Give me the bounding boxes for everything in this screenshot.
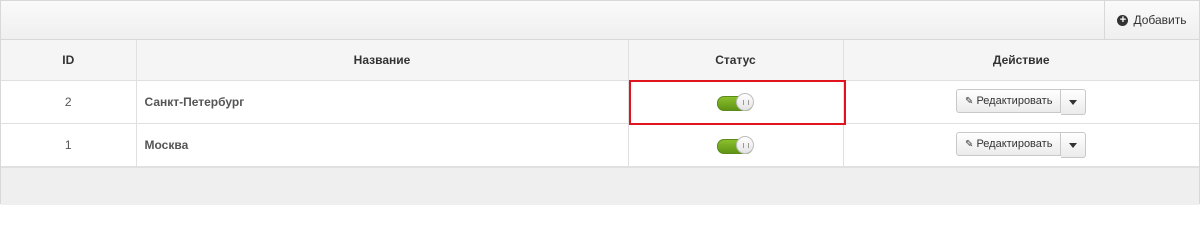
toolbar: + Добавить: [1, 1, 1199, 40]
edit-button[interactable]: ✎ Редактировать: [956, 89, 1062, 113]
toggle-knob: [735, 136, 754, 154]
action-button-group: ✎ Редактировать: [956, 132, 1087, 158]
row-name: Москва: [135, 123, 629, 167]
cities-table: ID Название Статус Действие 2 Санкт-Пете…: [1, 40, 1199, 167]
column-header-id[interactable]: ID: [1, 40, 137, 81]
table-header-row: ID Название Статус Действие: [1, 40, 1199, 81]
row-id: 1: [1, 123, 137, 167]
action-button-group: ✎ Редактировать: [956, 89, 1087, 115]
status-toggle[interactable]: [716, 93, 755, 111]
column-header-name[interactable]: Название: [135, 40, 629, 81]
caret-down-icon: [1069, 99, 1078, 105]
row-action: ✎ Редактировать: [842, 123, 1199, 167]
status-toggle[interactable]: [716, 136, 755, 154]
add-button[interactable]: + Добавить: [1104, 1, 1199, 39]
row-status: [627, 80, 844, 124]
table-row: 2 Санкт-Петербург ✎ Редактировать: [1, 80, 1199, 124]
plus-circle-icon: +: [1117, 14, 1129, 26]
row-id: 2: [1, 80, 137, 124]
column-header-status[interactable]: Статус: [627, 40, 844, 81]
action-dropdown-toggle[interactable]: [1061, 132, 1087, 158]
row-status: [627, 123, 844, 167]
cities-panel: + Добавить ID Название Статус Действие 2…: [0, 0, 1200, 205]
edit-button[interactable]: ✎ Редактировать: [956, 132, 1062, 156]
row-action: ✎ Редактировать: [842, 80, 1199, 124]
table-footer: [1, 167, 1199, 205]
toggle-knob: [735, 93, 754, 111]
edit-button-label: Редактировать: [976, 138, 1053, 150]
pencil-icon: ✎: [965, 95, 974, 107]
table-row: 1 Москва ✎ Редактировать: [1, 123, 1199, 167]
caret-down-icon: [1069, 142, 1078, 148]
edit-button-label: Редактировать: [976, 95, 1053, 107]
pencil-icon: ✎: [965, 138, 974, 150]
column-header-action: Действие: [842, 40, 1199, 81]
row-name: Санкт-Петербург: [135, 80, 629, 124]
action-dropdown-toggle[interactable]: [1061, 89, 1087, 115]
add-button-label: Добавить: [1133, 13, 1187, 27]
